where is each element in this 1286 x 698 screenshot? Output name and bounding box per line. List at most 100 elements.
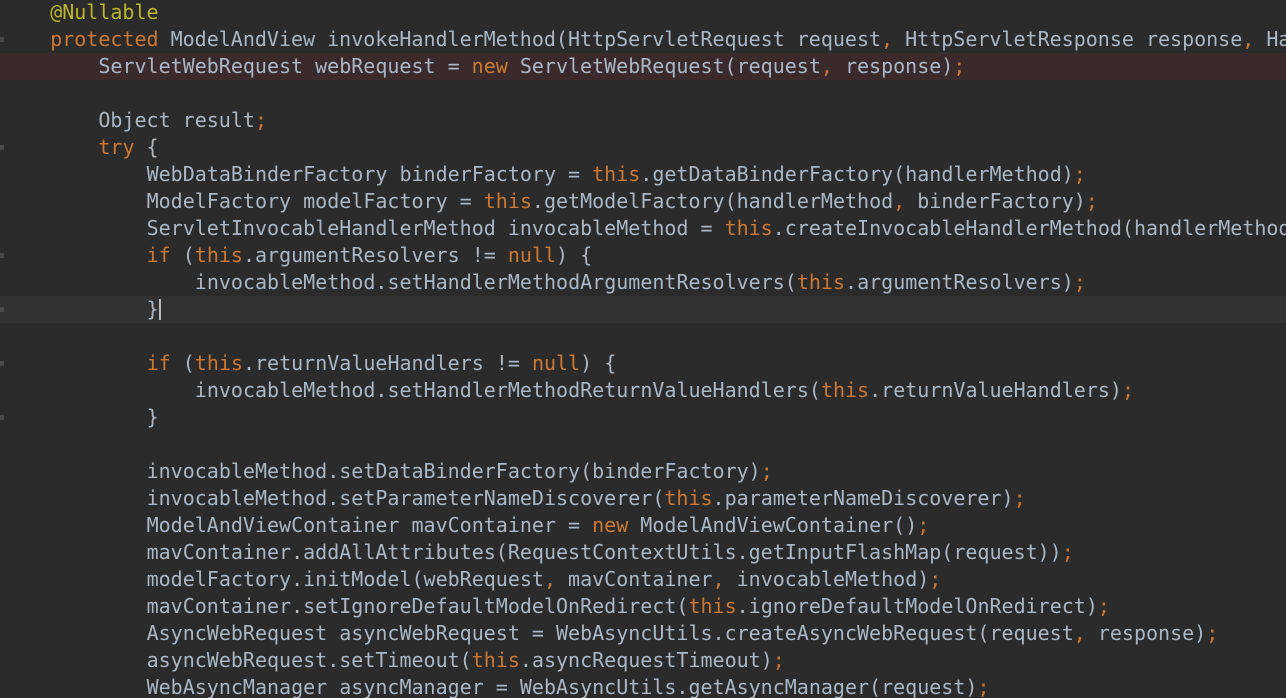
code-line[interactable]: invocableMethod.setParameterNameDiscover… xyxy=(0,485,1286,512)
code-token: ModelFactory modelFactory = xyxy=(146,189,484,213)
code-editor[interactable]: @Nullable protected ModelAndView invokeHa… xyxy=(0,0,1286,698)
code-text: ModelAndViewContainer mavContainer = new… xyxy=(147,512,930,539)
code-text: try { xyxy=(98,134,158,161)
code-text: } xyxy=(147,296,161,323)
keyword-token: this xyxy=(194,243,243,267)
code-line[interactable]: invocableMethod.setHandlerMethodArgument… xyxy=(0,269,1286,296)
code-line[interactable]: if (this.argumentResolvers != null) { xyxy=(0,242,1286,269)
keyword-token: this xyxy=(471,648,520,672)
code-line[interactable]: asyncWebRequest.setTimeout(this.asyncReq… xyxy=(0,647,1286,674)
code-text: asyncWebRequest.setTimeout(this.asyncReq… xyxy=(147,647,785,674)
fold-marker-icon[interactable] xyxy=(0,37,4,42)
code-text: ServletWebRequest webRequest = new Servl… xyxy=(98,53,965,80)
code-line[interactable]: invocableMethod.setDataBinderFactory(bin… xyxy=(0,458,1286,485)
code-token: ServletInvocableHandlerMethod invocableM… xyxy=(146,216,725,240)
code-line[interactable] xyxy=(0,431,1286,458)
keyword-token: try xyxy=(98,135,135,159)
keyword-token: this xyxy=(194,351,243,375)
keyword-token: , xyxy=(1073,621,1086,645)
code-line[interactable] xyxy=(0,323,1286,350)
code-token: ( xyxy=(170,351,195,375)
code-text: if (this.returnValueHandlers != null) { xyxy=(147,350,617,377)
keyword-token: this xyxy=(724,216,773,240)
code-line[interactable]: AsyncWebRequest asyncWebRequest = WebAsy… xyxy=(0,620,1286,647)
text-caret xyxy=(158,299,161,320)
code-text: ModelFactory modelFactory = this.getMode… xyxy=(147,188,1098,215)
code-token: binderFactory) xyxy=(905,189,1086,213)
code-token: ModelAndViewContainer mavContainer = xyxy=(146,513,593,537)
code-line[interactable] xyxy=(0,80,1286,107)
keyword-token: ; xyxy=(977,675,990,698)
code-token: WebDataBinderFactory binderFactory = xyxy=(146,162,593,186)
keyword-token: ; xyxy=(953,54,966,78)
code-token: .getModelFactory(handlerMethod xyxy=(531,189,894,213)
code-text: invocableMethod.setParameterNameDiscover… xyxy=(147,485,1026,512)
code-token: .getDataBinderFactory(handlerMethod) xyxy=(640,162,1074,186)
code-token: .argumentResolvers) xyxy=(845,270,1074,294)
keyword-token: null xyxy=(507,243,557,267)
code-line[interactable]: ServletInvocableHandlerMethod invocableM… xyxy=(0,215,1286,242)
code-token: .createInvocableHandlerMethod(handlerMet… xyxy=(772,216,1286,240)
code-line[interactable]: modelFactory.initModel(webRequest, mavCo… xyxy=(0,566,1286,593)
code-line[interactable]: } xyxy=(0,404,1286,431)
keyword-token: this xyxy=(483,189,532,213)
code-token: .argumentResolvers != xyxy=(242,243,508,267)
keyword-token: , xyxy=(820,54,833,78)
fold-marker-icon[interactable] xyxy=(0,145,4,150)
code-line[interactable]: invocableMethod.setHandlerMethodReturnVa… xyxy=(0,377,1286,404)
keyword-token: ; xyxy=(917,513,930,537)
keyword-token: ; xyxy=(1013,486,1026,510)
code-text: Object result; xyxy=(98,107,267,134)
keyword-token: this xyxy=(820,378,870,402)
fold-marker-icon[interactable] xyxy=(0,415,4,420)
fold-marker-icon[interactable] xyxy=(0,307,4,312)
code-token: .parameterNameDiscoverer) xyxy=(712,486,1014,510)
code-text: protected ModelAndView invokeHandlerMeth… xyxy=(50,26,1286,53)
keyword-token: , xyxy=(543,567,556,591)
keyword-token: protected xyxy=(50,27,159,51)
keyword-token: this xyxy=(688,594,737,618)
keyword-token: new xyxy=(592,513,629,537)
code-token: .returnValueHandlers != xyxy=(242,351,532,375)
code-token: ModelAndViewContainer() xyxy=(628,513,918,537)
code-line[interactable]: mavContainer.addAllAttributes(RequestCon… xyxy=(0,539,1286,566)
keyword-token: if xyxy=(146,351,171,375)
code-line[interactable]: protected ModelAndView invokeHandlerMeth… xyxy=(0,26,1286,53)
keyword-token: ; xyxy=(1121,378,1135,402)
fold-marker-icon[interactable] xyxy=(0,253,4,258)
code-token: WebAsyncManager asyncManager = WebAsyncU… xyxy=(146,675,978,698)
code-line[interactable]: WebDataBinderFactory binderFactory = thi… xyxy=(0,161,1286,188)
code-token: { xyxy=(134,135,159,159)
code-line[interactable]: ModelAndViewContainer mavContainer = new… xyxy=(0,512,1286,539)
code-line[interactable]: mavContainer.setIgnoreDefaultModelOnRedi… xyxy=(0,593,1286,620)
code-token: .returnValueHandlers) xyxy=(869,378,1122,402)
code-text: invocableMethod.setHandlerMethodReturnVa… xyxy=(195,377,1134,404)
code-text: modelFactory.initModel(webRequest, mavCo… xyxy=(147,566,942,593)
code-token: mavContainer.addAllAttributes(RequestCon… xyxy=(146,540,1062,564)
code-text: if (this.argumentResolvers != null) { xyxy=(147,242,593,269)
code-token: ) { xyxy=(580,351,617,375)
code-token: invocableMethod.setParameterNameDiscover… xyxy=(146,486,665,510)
fold-marker-icon[interactable] xyxy=(0,361,4,366)
code-line[interactable]: try { xyxy=(0,134,1286,161)
code-text: WebAsyncManager asyncManager = WebAsyncU… xyxy=(147,674,990,698)
code-line[interactable]: WebAsyncManager asyncManager = WebAsyncU… xyxy=(0,674,1286,698)
code-token: invocableMethod.setHandlerMethodArgument… xyxy=(194,270,797,294)
current-code-line[interactable]: } xyxy=(0,296,1286,323)
error-highlighted-code-line[interactable]: ServletWebRequest webRequest = new Servl… xyxy=(0,53,1286,80)
code-token: AsyncWebRequest asyncWebRequest = WebAsy… xyxy=(146,621,1074,645)
code-text: ServletInvocableHandlerMethod invocableM… xyxy=(147,215,1286,242)
code-line[interactable]: Object result; xyxy=(0,107,1286,134)
code-token: asyncWebRequest.setTimeout( xyxy=(146,648,472,672)
keyword-token: , xyxy=(893,189,906,213)
keyword-token: this xyxy=(796,270,846,294)
keyword-token: ; xyxy=(1085,189,1098,213)
code-line[interactable]: @Nullable xyxy=(0,0,1286,26)
code-token: response) xyxy=(1085,621,1207,645)
code-token: Object result xyxy=(98,108,255,132)
code-token: .asyncRequestTimeout) xyxy=(519,648,773,672)
code-line[interactable]: ModelFactory modelFactory = this.getMode… xyxy=(0,188,1286,215)
keyword-token: null xyxy=(531,351,581,375)
code-token: mavContainer.setIgnoreDefaultModelOnRedi… xyxy=(146,594,689,618)
code-line[interactable]: if (this.returnValueHandlers != null) { xyxy=(0,350,1286,377)
